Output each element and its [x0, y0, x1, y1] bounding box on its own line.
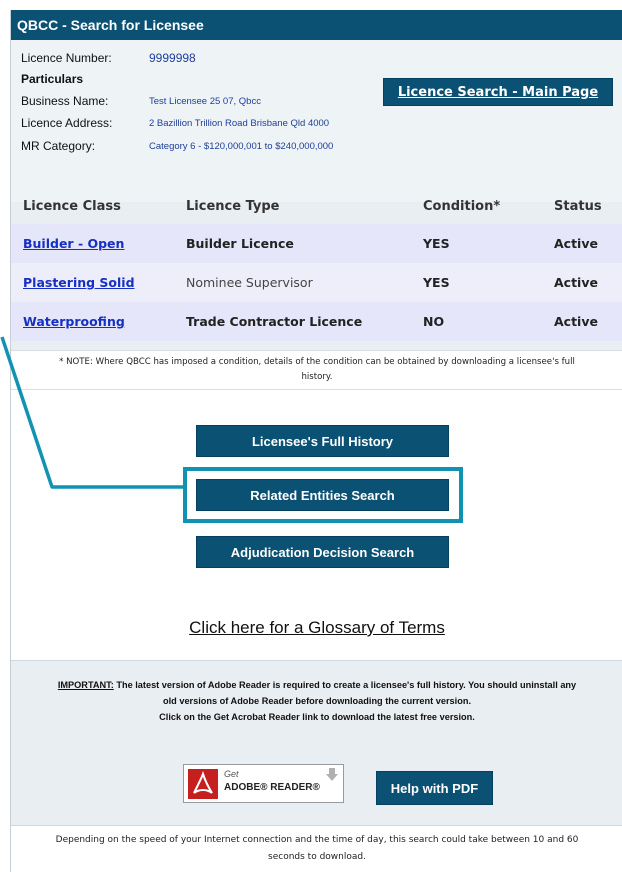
header-licence-type: Licence Type: [186, 199, 280, 214]
important-line2: old versions of Adobe Reader before down…: [163, 696, 471, 706]
condition-cell: YES: [423, 275, 450, 290]
condition-note: * NOTE: Where QBCC has imposed a conditi…: [11, 350, 622, 390]
action-panel: Licensee's Full History Related Entities…: [11, 390, 622, 660]
licence-class-link[interactable]: Builder - Open: [23, 224, 124, 263]
business-name-label: Business Name:: [21, 94, 109, 108]
download-note-line1: Depending on the speed of your Internet …: [55, 835, 579, 845]
adobe-get-text: Get: [224, 769, 239, 779]
licence-number-value: 9999998: [149, 51, 196, 65]
licence-address-value: 2 Bazillion Trillion Road Brisbane Qld 4…: [149, 118, 330, 129]
full-history-button[interactable]: Licensee's Full History: [196, 425, 449, 457]
mr-category-label: MR Category:: [21, 139, 96, 153]
licence-type-cell: Nominee Supervisor: [186, 275, 313, 290]
important-line3: Click on the Get Acrobat Reader link to …: [159, 712, 475, 722]
condition-cell: YES: [423, 236, 450, 251]
status-cell: Active: [554, 236, 598, 251]
get-adobe-reader-link[interactable]: Get ADOBE® READER®: [183, 764, 344, 803]
licence-number-label: Licence Number:: [21, 51, 112, 65]
important-notice: IMPORTANT: The latest version of Adobe R…: [11, 660, 622, 813]
particulars-heading: Particulars: [21, 72, 84, 86]
download-arrow-icon: [326, 768, 338, 782]
business-name-value: Test Licensee 25 07, Qbcc: [149, 96, 261, 107]
status-cell: Active: [554, 275, 598, 290]
adobe-reader-text: ADOBE® READER®: [224, 782, 320, 793]
important-line1: The latest version of Adobe Reader is re…: [113, 680, 577, 690]
important-text: IMPORTANT: The latest version of Adobe R…: [11, 677, 622, 725]
download-note-line2: seconds to download.: [268, 852, 366, 862]
adobe-acrobat-icon: [188, 769, 218, 799]
adjudication-decision-search-button[interactable]: Adjudication Decision Search: [196, 536, 449, 568]
header-licence-class: Licence Class: [23, 199, 121, 214]
condition-note-line2: history.: [301, 372, 333, 382]
licence-class-link[interactable]: Waterproofing: [23, 302, 125, 341]
header-status: Status: [554, 199, 602, 214]
licence-type-cell: Trade Contractor Licence: [186, 314, 363, 329]
page-title: QBCC - Search for Licensee: [11, 10, 622, 40]
licence-class-link[interactable]: Plastering Solid: [23, 263, 135, 302]
licence-address-label: Licence Address:: [21, 116, 113, 130]
condition-cell: NO: [423, 314, 445, 329]
glossary-link[interactable]: Click here for a Glossary of Terms: [11, 618, 622, 638]
licensee-details: Licence Number: 9999998 Particulars Busi…: [11, 40, 622, 202]
table-row: Plastering Solid Nominee Supervisor YES …: [11, 263, 622, 302]
mr-category-value: Category 6 - $120,000,001 to $240,000,00…: [149, 141, 334, 152]
related-entities-search-button[interactable]: Related Entities Search: [196, 479, 449, 511]
status-cell: Active: [554, 314, 598, 329]
condition-note-line1: * NOTE: Where QBCC has imposed a conditi…: [59, 357, 575, 367]
table-row: Builder - Open Builder Licence YES Activ…: [11, 224, 622, 263]
licence-type-cell: Builder Licence: [186, 236, 294, 251]
licence-search-main-page-button[interactable]: Licence Search - Main Page: [383, 78, 613, 106]
download-time-note: Depending on the speed of your Internet …: [11, 825, 622, 872]
licensee-page: QBCC - Search for Licensee Licence Numbe…: [10, 10, 622, 872]
header-condition: Condition*: [423, 199, 501, 214]
help-with-pdf-button[interactable]: Help with PDF: [376, 771, 493, 805]
table-row: Waterproofing Trade Contractor Licence N…: [11, 302, 622, 341]
important-label: IMPORTANT:: [57, 680, 114, 690]
